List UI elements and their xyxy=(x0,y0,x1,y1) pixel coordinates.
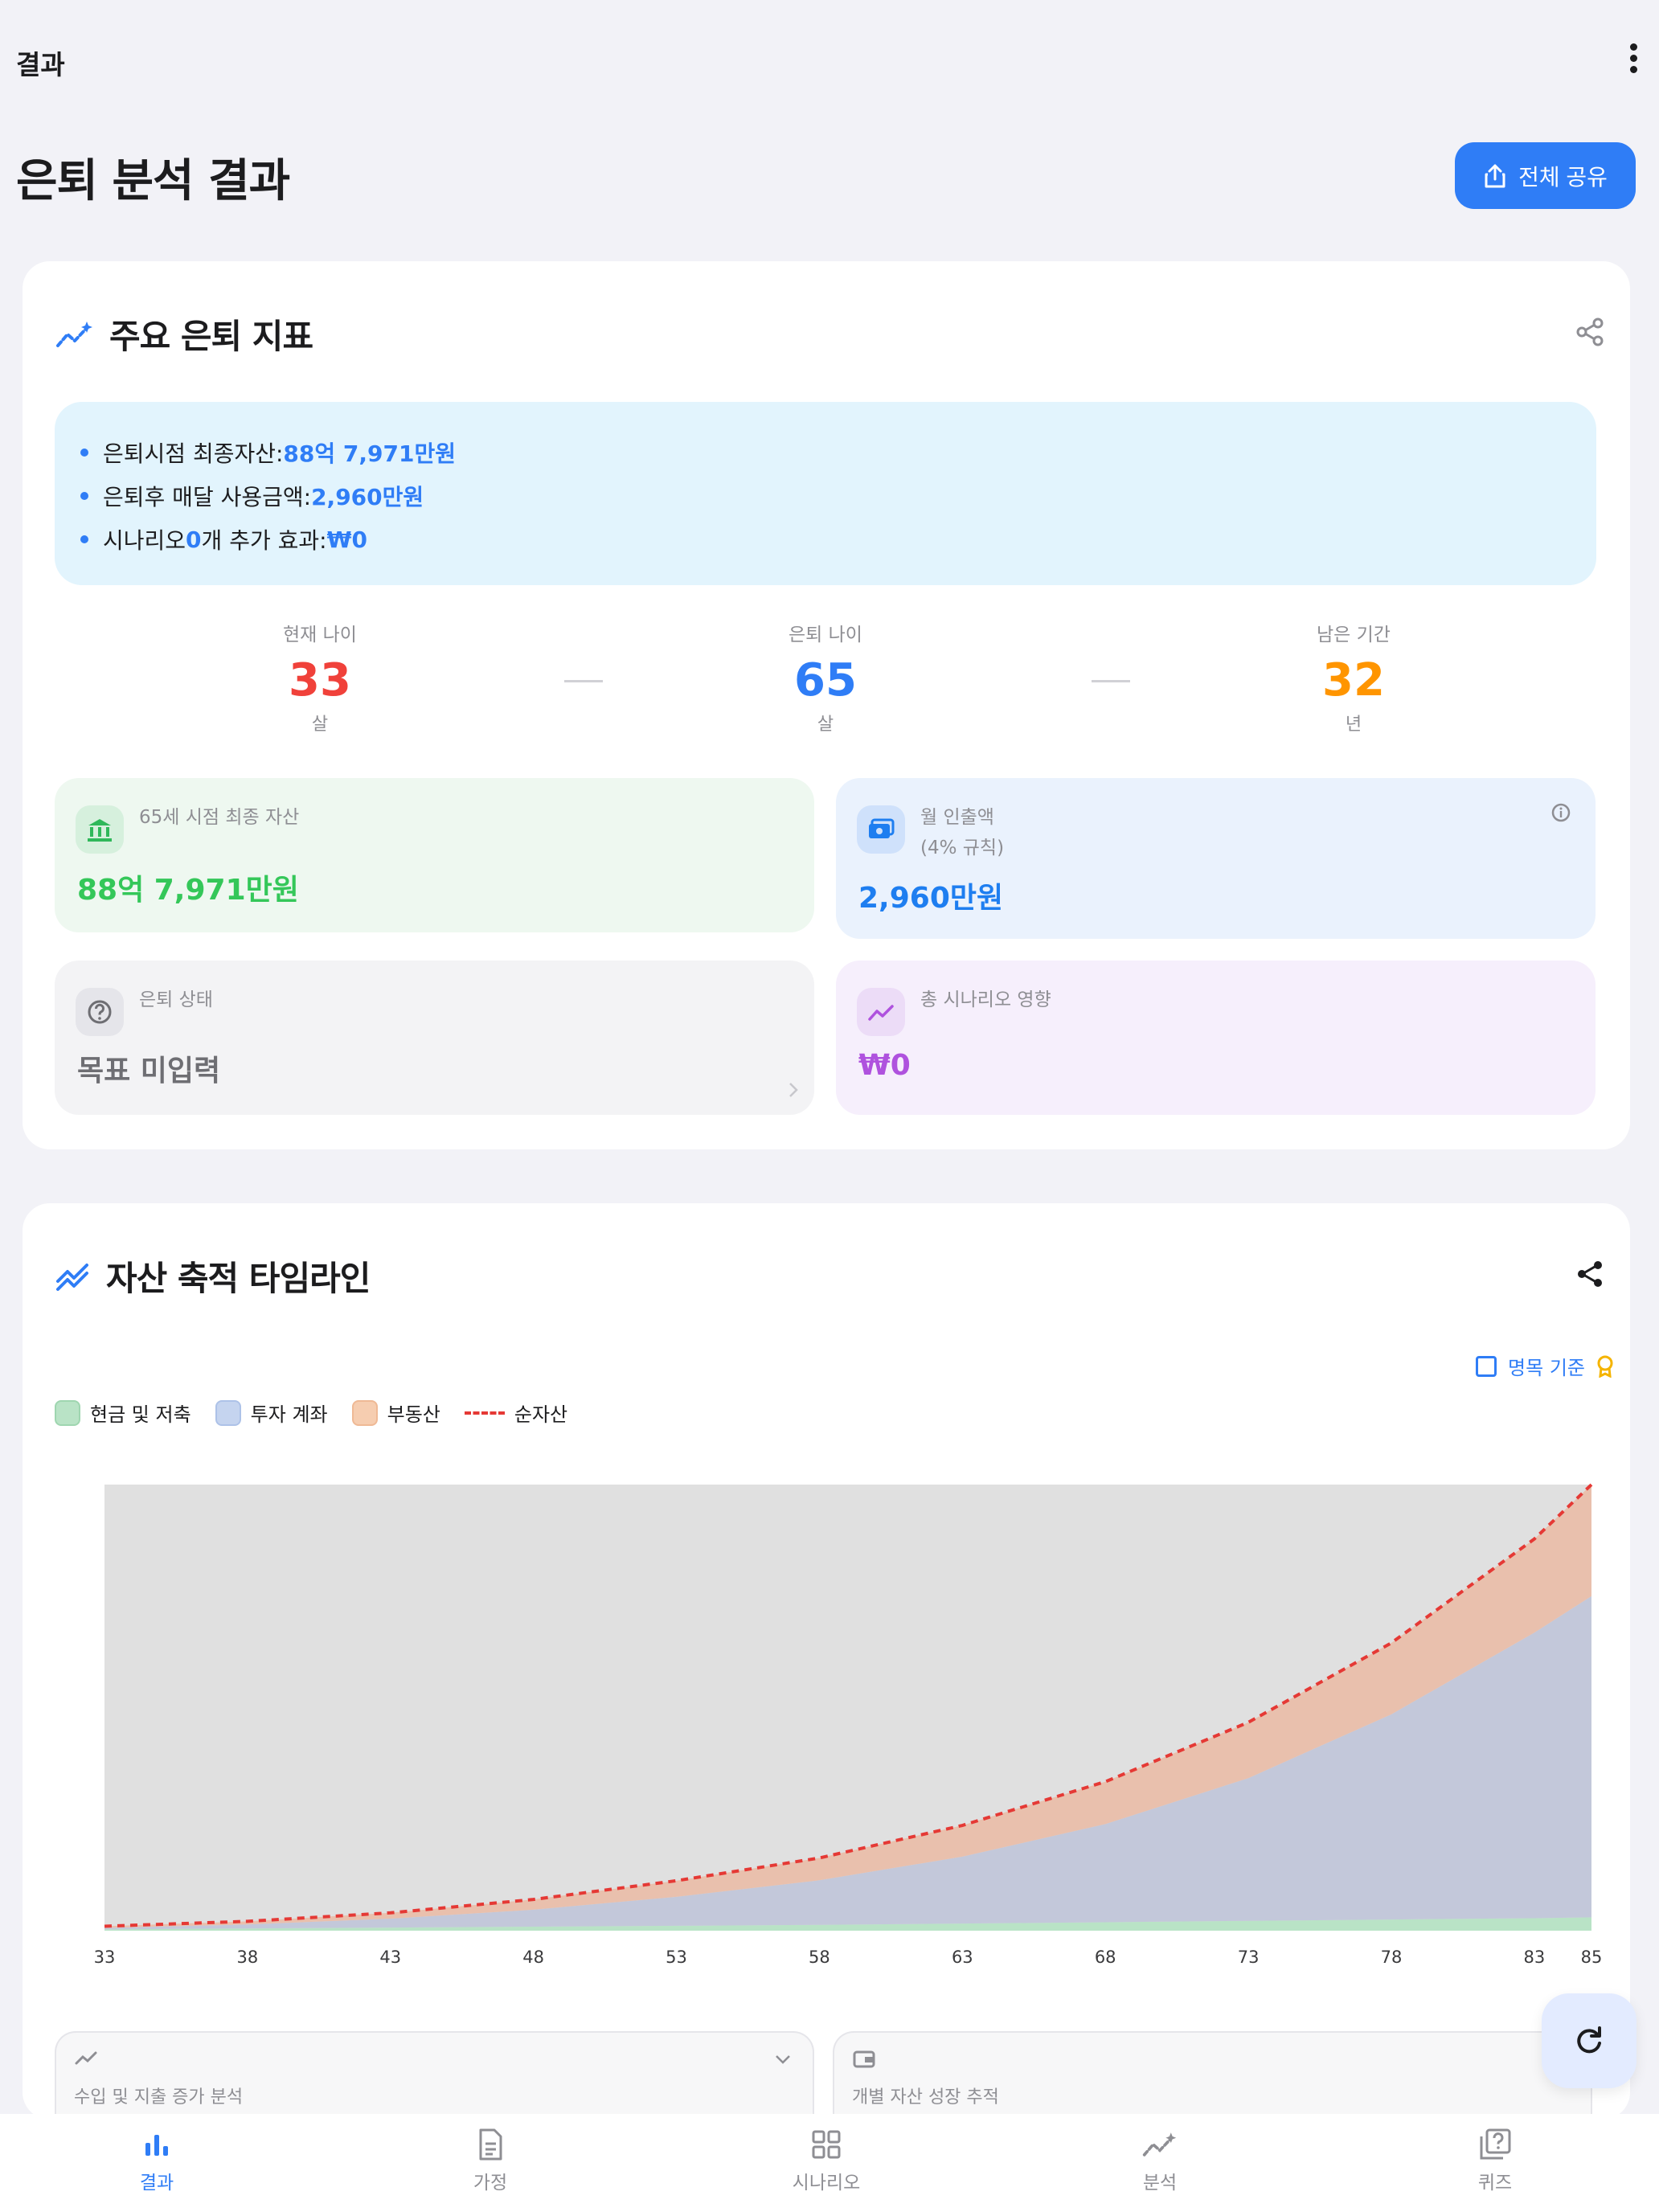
legend-item: 투자 계좌 xyxy=(215,1399,328,1427)
bank-icon xyxy=(76,805,124,854)
tile-label: 월 인출액 (4% 규칙) xyxy=(920,807,1005,858)
summary-item: 은퇴시점 최종자산: 88억 7,971만원 xyxy=(80,431,1596,474)
x-tick-label: 78 xyxy=(1381,1948,1403,1967)
legend-item: 현금 및 저축 xyxy=(55,1399,191,1427)
final-asset-tile: 65세 시점 최종 자산 88억 7,971만원 xyxy=(55,778,814,932)
summary-value: 0 xyxy=(186,526,202,553)
divider xyxy=(1092,680,1130,682)
more-menu-icon[interactable] xyxy=(1625,40,1641,80)
legend-item: 부동산 xyxy=(351,1399,440,1427)
bottom-tab-bar: 결과 가정 시나리오 분석 퀴즈 xyxy=(0,2114,1659,2212)
chevron-down-icon xyxy=(776,2055,790,2064)
tile-label: 65세 시점 최종 자산 xyxy=(139,807,300,828)
info-icon[interactable] xyxy=(1550,802,1571,823)
summary-item: 은퇴후 매달 사용금액: 2,960만원 xyxy=(80,474,1596,518)
sparkle-trend-icon xyxy=(56,321,92,347)
x-tick-label: 83 xyxy=(1523,1948,1545,1967)
nominal-basis-toggle[interactable]: 명목 기준 xyxy=(1476,1352,1614,1380)
age-overview: 현재 나이 33 살 은퇴 나이 65 살 남은 기간 32 년 xyxy=(55,619,1596,735)
chevron-right-icon xyxy=(789,1083,798,1097)
x-tick-label: 58 xyxy=(809,1948,830,1967)
key-indicators-card: 주요 은퇴 지표 은퇴시점 최종자산: 88억 7,971만원 은퇴후 매달 사… xyxy=(23,261,1630,1149)
refresh-icon xyxy=(1577,2026,1601,2054)
tile-value: 목표 미입력 xyxy=(77,1055,221,1088)
card-header: 주요 은퇴 지표 xyxy=(55,309,313,358)
retirement-status-tile[interactable]: 은퇴 상태 목표 미입력 xyxy=(55,961,814,1115)
x-tick-label: 68 xyxy=(1095,1948,1116,1967)
tile-value: 88억 7,971만원 xyxy=(77,874,299,907)
x-tick-label: 43 xyxy=(379,1948,401,1967)
divider xyxy=(564,680,603,682)
trend-icon xyxy=(75,2051,97,2065)
document-icon xyxy=(479,2128,502,2161)
tile-label: 총 시나리오 영향 xyxy=(920,989,1051,1010)
asset-growth-accordion[interactable]: 개별 자산 성장 추적 xyxy=(833,2031,1592,2120)
summary-value: 2,960만원 xyxy=(311,484,424,510)
x-tick-label: 38 xyxy=(237,1948,259,1967)
share-all-label: 전체 공유 xyxy=(1518,164,1608,190)
monthly-withdrawal-tile: 월 인출액 (4% 규칙) 2,960만원 xyxy=(836,778,1596,939)
tile-value: ₩0 xyxy=(858,1049,911,1082)
bar-chart-icon xyxy=(145,2135,168,2156)
x-tick-label: 63 xyxy=(952,1948,973,1967)
asset-timeline-card: 자산 축적 타임라인 명목 기준 현금 및 저축 투자 계좌 부동산 순자산 3… xyxy=(23,1203,1630,2120)
trend-double-icon xyxy=(56,1263,88,1291)
x-tick-label: 53 xyxy=(666,1948,687,1967)
tab-scenarios[interactable]: 시나리오 xyxy=(746,2122,907,2194)
x-tick-label: 85 xyxy=(1581,1948,1603,1967)
trend-up-icon xyxy=(857,988,905,1036)
tile-value: 2,960만원 xyxy=(858,882,1004,915)
grid-icon xyxy=(812,2130,841,2159)
checkbox[interactable] xyxy=(1476,1355,1497,1377)
help-circle-icon xyxy=(76,988,124,1036)
share-all-button[interactable]: 전체 공유 xyxy=(1455,142,1636,209)
share-icon[interactable] xyxy=(1574,1258,1606,1290)
refresh-button[interactable] xyxy=(1542,1993,1636,2088)
share-upload-icon xyxy=(1485,164,1505,187)
retirement-age: 은퇴 나이 65 살 xyxy=(789,625,862,735)
tab-quiz[interactable]: 퀴즈 xyxy=(1415,2122,1575,2194)
summary-value: ₩0 xyxy=(326,526,367,553)
cash-icon xyxy=(857,805,905,854)
card-title: 주요 은퇴 지표 xyxy=(109,317,313,356)
asset-timeline-chart: 33 38 43 48 53 58 63 68 73 78 83 85 xyxy=(94,1483,1603,1967)
remaining-period: 남은 기간 32 년 xyxy=(1317,625,1391,735)
summary-item: 시나리오 0 개 추가 효과: ₩0 xyxy=(80,518,1596,561)
income-expense-accordion[interactable]: 수입 및 지출 증가 분석 xyxy=(55,2031,814,2120)
quiz-icon xyxy=(1480,2128,1511,2160)
x-tick-label: 73 xyxy=(1238,1948,1260,1967)
tab-results[interactable]: 결과 xyxy=(76,2122,237,2194)
tab-analysis[interactable]: 분석 xyxy=(1079,2122,1240,2194)
page-title: 은퇴 분석 결과 xyxy=(16,155,290,207)
card-header: 자산 축적 타임라인 xyxy=(55,1251,371,1301)
summary-box: 은퇴시점 최종자산: 88억 7,971만원 은퇴후 매달 사용금액: 2,96… xyxy=(55,402,1596,585)
top-bar-title: 결과 xyxy=(16,49,65,80)
top-bar: 결과 xyxy=(0,0,1659,121)
chart-legend: 현금 및 저축 투자 계좌 부동산 순자산 xyxy=(55,1399,567,1427)
award-icon xyxy=(1597,1355,1613,1378)
card-title: 자산 축적 타임라인 xyxy=(106,1259,371,1298)
tile-label: 은퇴 상태 xyxy=(139,989,213,1010)
current-age: 현재 나이 33 살 xyxy=(283,625,357,735)
wallet-icon xyxy=(853,2050,875,2068)
scenario-impact-tile: 총 시나리오 영향 ₩0 xyxy=(836,961,1596,1115)
x-tick-label: 33 xyxy=(94,1948,116,1967)
summary-value: 88억 7,971만원 xyxy=(283,440,456,467)
sparkle-trend-icon xyxy=(1142,2132,1177,2157)
tab-assumptions[interactable]: 가정 xyxy=(410,2122,571,2194)
share-icon[interactable] xyxy=(1574,316,1606,348)
x-tick-label: 48 xyxy=(522,1948,544,1967)
legend-item: 순자산 xyxy=(464,1399,567,1427)
